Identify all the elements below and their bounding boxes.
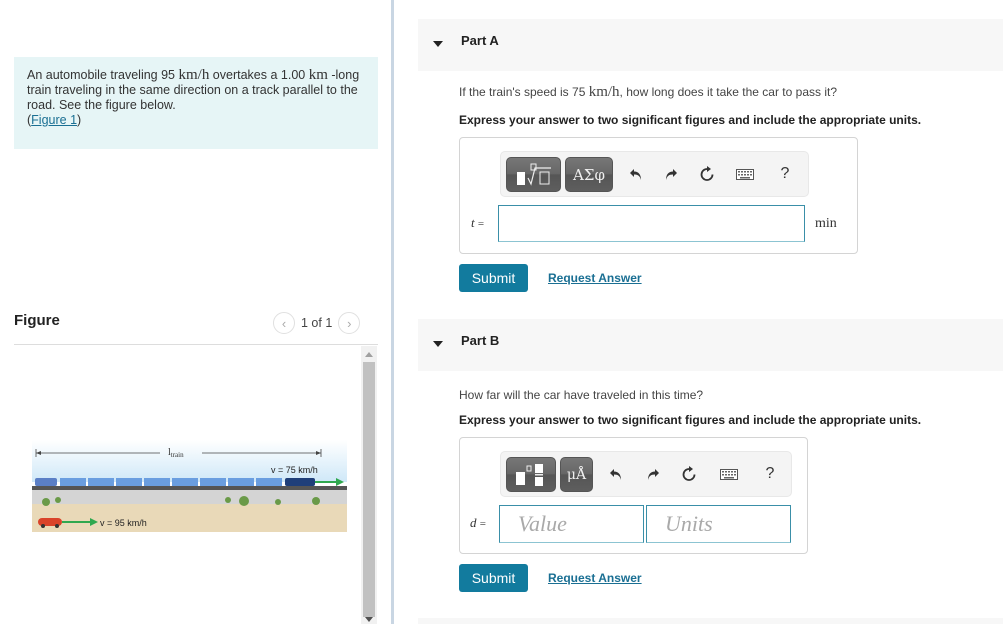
- reset-icon[interactable]: [678, 462, 700, 486]
- part-b-request-answer-link[interactable]: Request Answer: [548, 571, 642, 585]
- variable-t-label: t =: [471, 215, 485, 230]
- redo-icon[interactable]: [642, 462, 664, 486]
- time-unit-label: min: [815, 216, 837, 231]
- length-unit: km: [308, 67, 328, 83]
- figure-divider: [14, 344, 378, 345]
- part-b-instruction: Express your answer to two significant f…: [459, 413, 922, 427]
- train: [35, 478, 315, 486]
- keyboard-icon[interactable]: [734, 162, 756, 186]
- part-b-header[interactable]: Part B: [418, 319, 1003, 371]
- distance-units-input[interactable]: Units: [646, 505, 791, 543]
- undo-icon[interactable]: [605, 462, 627, 486]
- ground: [32, 504, 347, 532]
- distance-value-input[interactable]: Value: [499, 505, 644, 543]
- pane-divider[interactable]: [391, 0, 394, 624]
- part-a-submit-button[interactable]: Submit: [459, 264, 528, 292]
- left-pane: An automobile traveling 95 km/h overtake…: [0, 0, 392, 624]
- problem-statement: An automobile traveling 95 km/h overtake…: [14, 57, 378, 149]
- scroll-up-icon[interactable]: [365, 352, 373, 357]
- chevron-right-icon: ›: [347, 315, 352, 331]
- time-answer-input[interactable]: [498, 205, 805, 242]
- part-a-title: Part A: [461, 33, 499, 48]
- part-b-toolbar: μÅ ?: [500, 451, 792, 497]
- templates-button[interactable]: [506, 157, 561, 192]
- track: [32, 486, 347, 490]
- part-b-question: How far will the car have traveled in th…: [459, 388, 704, 402]
- undo-icon[interactable]: [625, 162, 647, 186]
- scroll-thumb[interactable]: [363, 362, 375, 617]
- figure-prev-button[interactable]: ‹: [273, 312, 295, 334]
- part-a-question: If the train's speed is 75 km/h, how lon…: [459, 84, 838, 100]
- figure-link[interactable]: Figure 1: [31, 113, 77, 127]
- chevron-left-icon: ‹: [281, 315, 287, 331]
- part-a-header[interactable]: Part A: [418, 19, 1003, 71]
- part-b-title: Part B: [461, 333, 500, 348]
- reset-icon[interactable]: [696, 162, 718, 186]
- figure-pager: ‹ 1 of 1 ›: [273, 312, 361, 334]
- part-b-submit-button[interactable]: Submit: [459, 564, 528, 592]
- figure-scrollbar[interactable]: [361, 346, 377, 624]
- templates-icon: [516, 463, 543, 486]
- figure-next-button[interactable]: ›: [338, 312, 361, 334]
- templates-button[interactable]: [506, 457, 556, 492]
- figure-counter: 1 of 1: [301, 316, 333, 330]
- next-part-header: [418, 618, 1003, 624]
- train-car-figure: ltrain v = 75 km/h v = 95 km/h: [32, 440, 347, 535]
- scroll-down-icon[interactable]: [365, 617, 373, 622]
- figure-title: Figure: [14, 312, 60, 329]
- part-a-instruction: Express your answer to two significant f…: [459, 113, 922, 127]
- part-b-answer-box: μÅ ? d = Value Units: [459, 437, 808, 554]
- units-button[interactable]: μÅ: [560, 457, 593, 492]
- train-speed-label: v = 75 km/h: [271, 465, 318, 475]
- help-icon[interactable]: ?: [774, 162, 796, 186]
- part-a-request-answer-link[interactable]: Request Answer: [548, 271, 642, 285]
- help-icon[interactable]: ?: [759, 462, 781, 486]
- collapse-triangle-icon[interactable]: [433, 41, 443, 47]
- gravel: [32, 490, 347, 504]
- variable-d-label: d =: [470, 515, 486, 530]
- speed-unit: km/h: [178, 67, 210, 83]
- keyboard-icon[interactable]: [718, 462, 740, 486]
- part-a-answer-box: ΑΣφ ? t = min: [459, 137, 858, 254]
- redo-icon[interactable]: [660, 162, 682, 186]
- collapse-triangle-icon[interactable]: [433, 341, 443, 347]
- part-a-toolbar: ΑΣφ ?: [500, 151, 809, 197]
- car-speed-label: v = 95 km/h: [100, 518, 147, 528]
- templates-icon: [516, 163, 551, 186]
- greek-symbols-button[interactable]: ΑΣφ: [565, 157, 613, 192]
- sky: [32, 440, 347, 482]
